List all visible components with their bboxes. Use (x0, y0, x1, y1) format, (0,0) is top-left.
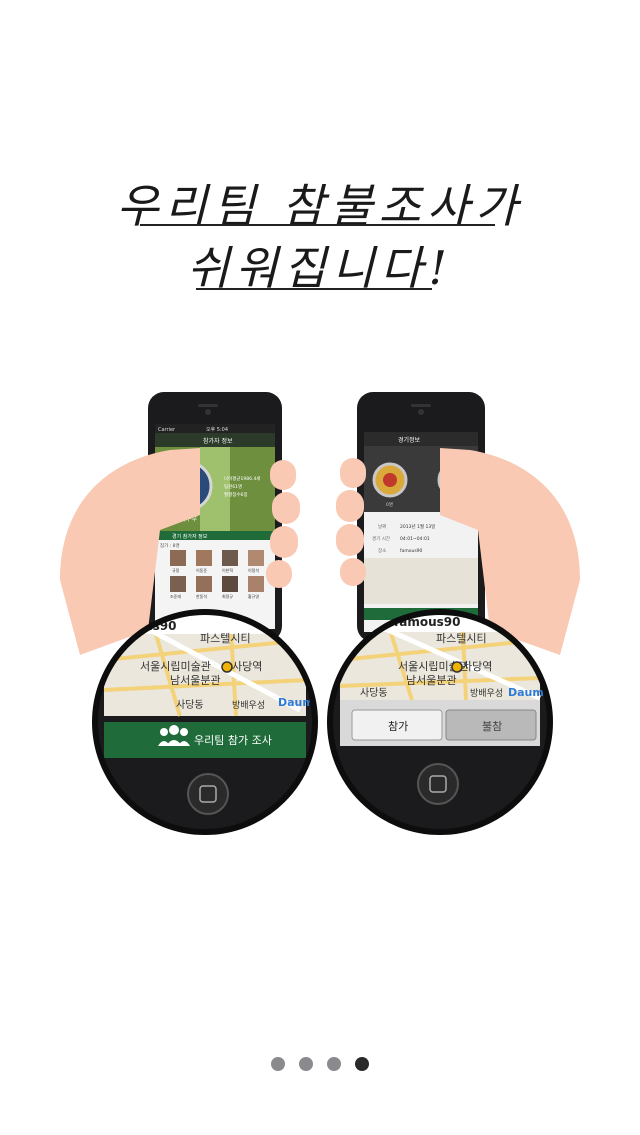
player-name: 규정 (172, 567, 180, 573)
page-dot-4[interactable] (355, 1057, 369, 1071)
left-map-brand: Daum (278, 696, 314, 709)
right-count-left: 0명 (386, 501, 393, 508)
right-map-label: 사당역 (462, 660, 492, 673)
left-team-info-3: 월평점수6점 (224, 491, 248, 498)
player-name: 한동석 (196, 593, 207, 599)
player-name: 이한혁 (222, 567, 233, 573)
right-map-label: 사당동 (360, 687, 388, 699)
left-map-label: 사당동 (176, 699, 204, 711)
page-indicator[interactable] (0, 1057, 640, 1071)
player-name: 조준래 (170, 593, 181, 599)
headline-line-1: 우리팀 참불조사가 (116, 179, 524, 233)
left-status-carrier: Carrier (158, 427, 176, 433)
right-magnifier-lens: famous90 파스텔시티 서울시립미술관 사당역 남서울분관 사당동 방배우… (327, 609, 553, 835)
right-home-button (417, 763, 459, 805)
phones-illustration: Carrier 오후 5:04 참가자 정보 관악사 축구부 나이평균1986.… (60, 392, 580, 835)
absent-button-label: 불참 (482, 720, 502, 733)
left-map-label: 파스텔시티 (200, 632, 251, 645)
player-name: 황규영 (248, 593, 259, 599)
left-team-info-1: 나이평균1986.4세 (224, 475, 260, 482)
left-section-title: 경기 참가자 정보 (172, 533, 208, 540)
right-place-label: 장소 (378, 547, 386, 554)
page-dot-3[interactable] (327, 1057, 341, 1071)
left-screen-title: 참가자 정보 (203, 437, 233, 445)
player-name: 이동준 (196, 567, 207, 573)
attend-button-label: 참가 (388, 720, 408, 733)
right-map-label: 방배우성 (470, 688, 503, 699)
page-dot-2[interactable] (299, 1057, 313, 1071)
left-home-button (187, 773, 229, 815)
left-map-label: 방배우성 (232, 700, 265, 711)
right-place-value: famous90 (400, 548, 423, 554)
right-date-value: 2013년 1월 13일 (400, 523, 435, 530)
right-map-label: 파스텔시티 (436, 632, 487, 645)
left-map-label: 서울시립미술관 (140, 660, 211, 673)
left-team-info-2: 팀원61명 (224, 483, 242, 490)
headline-underline-1 (140, 224, 495, 226)
left-status-time: 오후 5:04 (206, 427, 228, 433)
right-screen-title: 경기정보 (398, 436, 421, 444)
team-survey-button-label: 우리팀 참가 조사 (194, 734, 272, 747)
left-map-label: 남서울분관 (170, 674, 221, 687)
player-name: 최정규 (222, 593, 233, 599)
right-time-label: 경기 시간 (372, 535, 390, 542)
player-name: 이정석 (248, 567, 259, 573)
right-map-label: 남서울분관 (406, 674, 457, 687)
left-section-sub: 참가 : 8명 (160, 542, 180, 549)
left-magnifier-lens: famous90 파스텔시티 서울시립미술관 사당역 남서울분관 사당동 방배우… (92, 609, 318, 835)
right-map-brand: Daum (508, 686, 544, 699)
right-date-label: 날짜 (378, 523, 386, 530)
left-map-label: 사당역 (232, 660, 262, 673)
page-dot-1[interactable] (271, 1057, 285, 1071)
right-time-value: 04:01~04:01 (400, 536, 430, 542)
headline-underline-2 (196, 288, 432, 290)
